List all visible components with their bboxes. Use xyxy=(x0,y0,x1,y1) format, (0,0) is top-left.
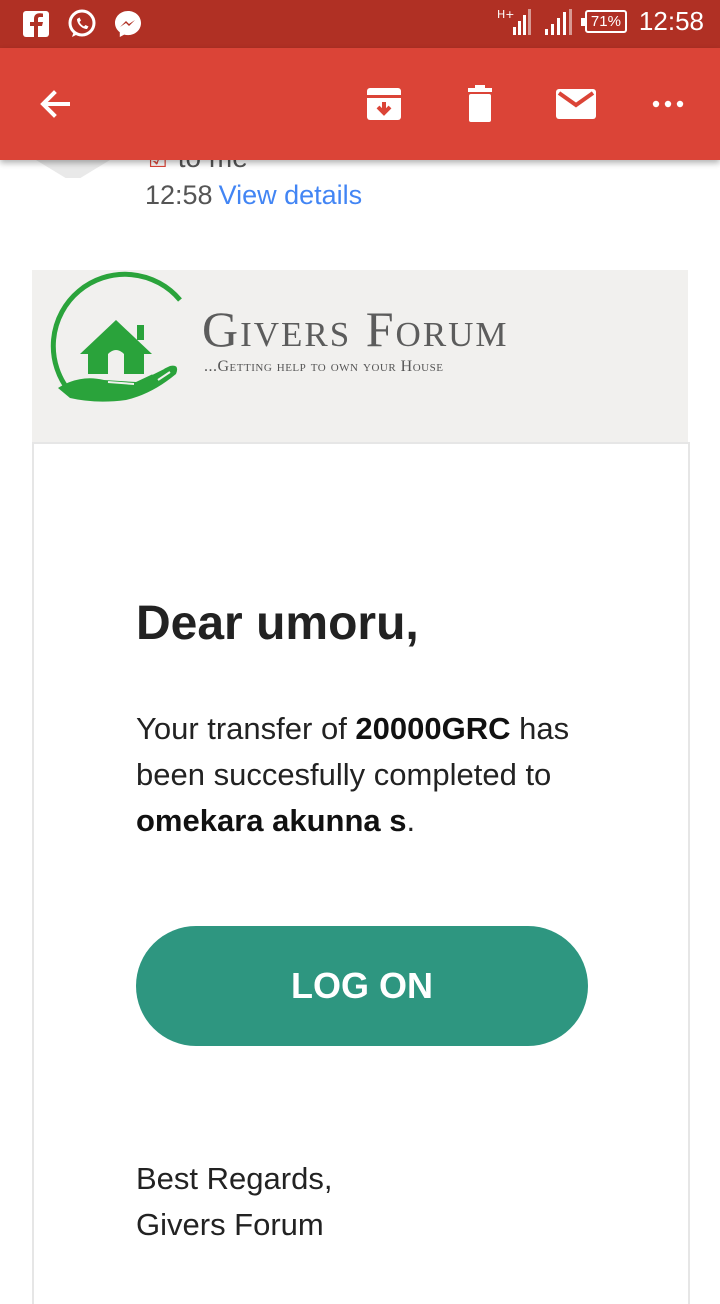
svg-text:H+: H+ xyxy=(497,8,515,21)
log-on-button[interactable]: LOG ON xyxy=(136,926,588,1046)
archive-button[interactable] xyxy=(356,76,412,132)
transfer-amount: 20000GRC xyxy=(355,711,511,746)
mobile-data-signal-icon: H+ xyxy=(497,8,531,35)
brand-tagline: ...Getting help to own your House xyxy=(204,358,444,375)
message-intro: Your transfer of xyxy=(136,711,356,746)
email-time: 12:58 xyxy=(145,180,213,210)
delete-icon xyxy=(468,85,492,122)
archive-icon xyxy=(367,88,401,120)
signoff-regards: Best Regards, xyxy=(136,1161,333,1196)
transfer-message: Your transfer of 20000GRC has been succe… xyxy=(136,706,606,844)
brand-name: Givers Forum xyxy=(202,301,509,357)
whatsapp-icon xyxy=(68,9,96,37)
messenger-icon xyxy=(115,11,141,37)
transfer-recipient: omekara akunna s xyxy=(136,803,407,838)
system-indicators: H+ 71% 12:58 xyxy=(497,6,704,37)
status-bar: H+ 71% 12:58 xyxy=(0,0,720,48)
greeting: Dear umoru, xyxy=(136,597,419,650)
email-banner: Givers Forum ...Getting help to own your… xyxy=(32,270,688,442)
notification-icons xyxy=(20,8,144,40)
email-body: Dear umoru, Your transfer of 20000GRC ha… xyxy=(32,442,690,1304)
message-end: . xyxy=(406,803,416,838)
delete-button[interactable] xyxy=(452,76,508,132)
mark-unread-icon xyxy=(556,89,596,119)
house-hand-logo-icon xyxy=(50,271,182,402)
view-details-link[interactable]: View details xyxy=(219,180,363,210)
more-options-button[interactable] xyxy=(640,76,696,132)
back-arrow-icon xyxy=(40,90,70,118)
mark-unread-button[interactable] xyxy=(548,76,604,132)
status-time: 12:58 xyxy=(638,6,704,36)
signal-strength-icon xyxy=(544,8,572,35)
email-meta: 12:58 View details xyxy=(145,180,362,211)
battery-indicator: 71% xyxy=(580,10,627,33)
signoff-sender: Givers Forum xyxy=(136,1207,324,1242)
signoff: Best Regards, Givers Forum xyxy=(136,1156,332,1248)
back-button[interactable] xyxy=(26,76,82,132)
app-bar xyxy=(0,48,720,160)
more-options-icon xyxy=(652,100,684,108)
facebook-icon xyxy=(23,11,49,37)
sender-avatar[interactable] xyxy=(36,160,110,178)
